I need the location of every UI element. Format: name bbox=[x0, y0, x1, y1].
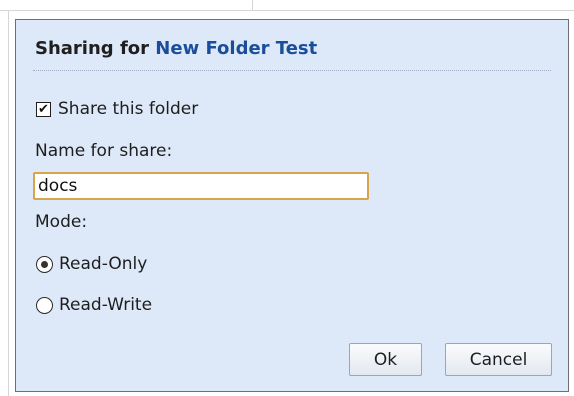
title-divider bbox=[33, 70, 551, 71]
title-prefix: Sharing for bbox=[35, 38, 150, 59]
read-write-radio[interactable] bbox=[36, 296, 53, 314]
background-divider-left bbox=[8, 11, 9, 396]
mode-option-read-write[interactable]: Read-Write bbox=[36, 294, 152, 316]
ok-button[interactable]: Ok bbox=[349, 343, 422, 376]
share-folder-checkbox[interactable]: ✔ bbox=[36, 101, 51, 117]
mode-label: Mode: bbox=[35, 212, 88, 232]
share-name-input[interactable] bbox=[33, 172, 369, 200]
folder-name: New Folder Test bbox=[155, 38, 318, 59]
read-only-label: Read-Only bbox=[59, 254, 148, 274]
mode-option-read-only[interactable]: Read-Only bbox=[36, 253, 147, 275]
radio-dot-icon bbox=[41, 260, 48, 268]
background-divider-vertical bbox=[252, 0, 253, 11]
cancel-button[interactable]: Cancel bbox=[445, 343, 552, 376]
read-only-radio[interactable] bbox=[36, 255, 53, 273]
read-write-label: Read-Write bbox=[59, 295, 153, 315]
share-name-label: Name for share: bbox=[35, 141, 173, 161]
share-folder-label: Share this folder bbox=[58, 99, 199, 119]
dialog-title: Sharing for New Folder Test bbox=[35, 38, 317, 59]
background-divider-horizontal bbox=[0, 10, 574, 11]
check-icon: ✔ bbox=[38, 101, 49, 117]
sharing-dialog: Sharing for New Folder Test ✔ Share this… bbox=[15, 19, 569, 392]
share-folder-option[interactable]: ✔ Share this folder bbox=[36, 98, 198, 120]
